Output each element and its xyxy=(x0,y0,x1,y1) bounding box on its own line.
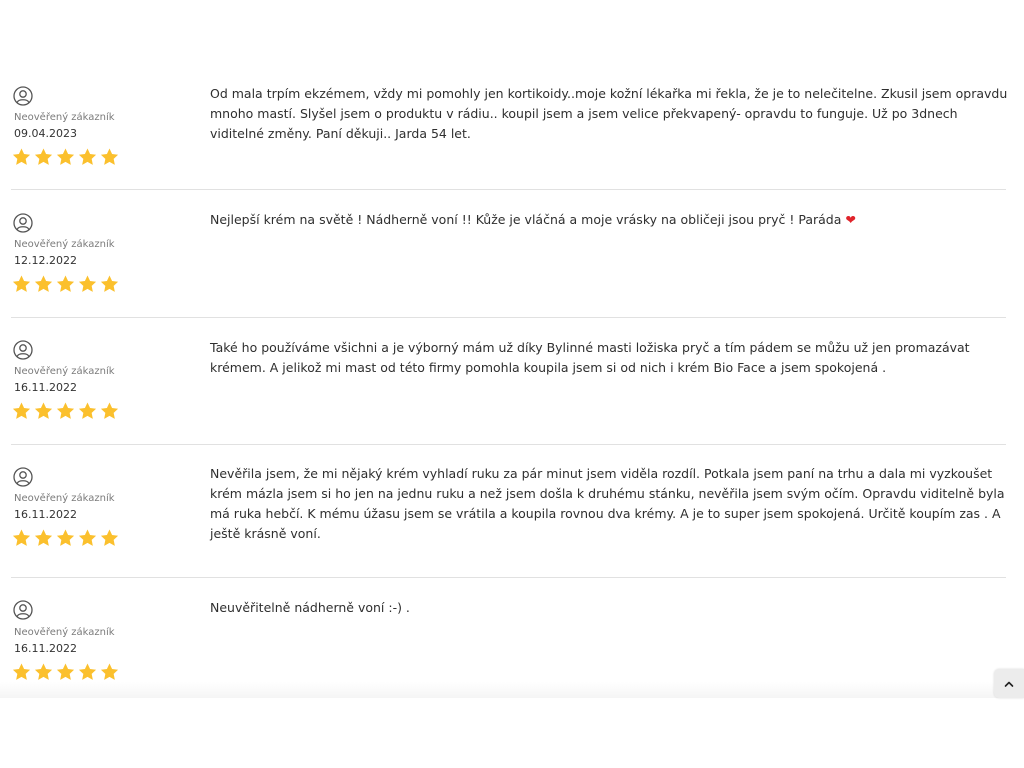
review-text: Nejlepší krém na světě ! Nádherně voní !… xyxy=(210,210,1008,230)
star-icon xyxy=(12,402,31,419)
review-divider xyxy=(11,577,1006,578)
review-text: Neuvěřitelně nádherně voní :-) . xyxy=(210,600,410,615)
star-icon xyxy=(34,402,53,419)
star-icon xyxy=(56,529,75,546)
rating-stars xyxy=(11,401,120,421)
star-icon xyxy=(78,148,97,165)
review-divider xyxy=(11,444,1006,445)
review-author: Neověřený zákazník xyxy=(14,627,115,638)
rating-stars xyxy=(11,528,120,548)
review-text: Nevěřila jsem, že mi nějaký krém vyhladí… xyxy=(210,466,1005,541)
star-icon xyxy=(100,402,119,419)
review-author: Neověřený zákazník xyxy=(14,366,115,377)
review-date: 09.04.2023 xyxy=(14,127,77,140)
star-icon xyxy=(78,402,97,419)
user-avatar-icon xyxy=(13,467,33,487)
review-text: Také ho používáme všichni a je výborný m… xyxy=(210,340,970,375)
star-icon xyxy=(56,148,75,165)
star-icon xyxy=(12,148,31,165)
review-divider xyxy=(11,189,1006,190)
scroll-to-top-button[interactable] xyxy=(994,669,1024,698)
review-author: Neověřený zákazník xyxy=(14,112,115,123)
star-icon xyxy=(34,148,53,165)
star-icon xyxy=(34,275,53,292)
rating-stars xyxy=(11,274,120,294)
review-date: 16.11.2022 xyxy=(14,508,77,521)
star-icon xyxy=(78,529,97,546)
user-avatar-icon xyxy=(13,340,33,360)
chevron-up-icon xyxy=(1004,681,1014,687)
star-icon xyxy=(100,663,119,680)
star-icon xyxy=(78,275,97,292)
star-icon xyxy=(56,402,75,419)
star-icon xyxy=(12,529,31,546)
user-avatar-icon xyxy=(13,600,33,620)
star-icon xyxy=(100,148,119,165)
star-icon xyxy=(12,663,31,680)
star-icon xyxy=(100,529,119,546)
star-icon xyxy=(56,663,75,680)
user-avatar-icon xyxy=(13,86,33,106)
star-icon xyxy=(100,275,119,292)
bottom-fade xyxy=(0,682,1024,698)
review-text-content: Nejlepší krém na světě ! Nádherně voní !… xyxy=(210,212,842,227)
review-text: Od mala trpím ekzémem, vždy mi pomohly j… xyxy=(210,86,1008,141)
star-icon xyxy=(34,663,53,680)
rating-stars xyxy=(11,662,120,682)
rating-stars xyxy=(11,147,120,167)
review-author: Neověřený zákazník xyxy=(14,239,115,250)
heart-emoji-icon: ❤ xyxy=(845,212,856,227)
user-avatar-icon xyxy=(13,213,33,233)
star-icon xyxy=(12,275,31,292)
star-icon xyxy=(34,529,53,546)
star-icon xyxy=(78,663,97,680)
review-divider xyxy=(11,317,1006,318)
review-date: 12.12.2022 xyxy=(14,254,77,267)
review-author: Neověřený zákazník xyxy=(14,493,115,504)
review-date: 16.11.2022 xyxy=(14,642,77,655)
review-date: 16.11.2022 xyxy=(14,381,77,394)
star-icon xyxy=(56,275,75,292)
